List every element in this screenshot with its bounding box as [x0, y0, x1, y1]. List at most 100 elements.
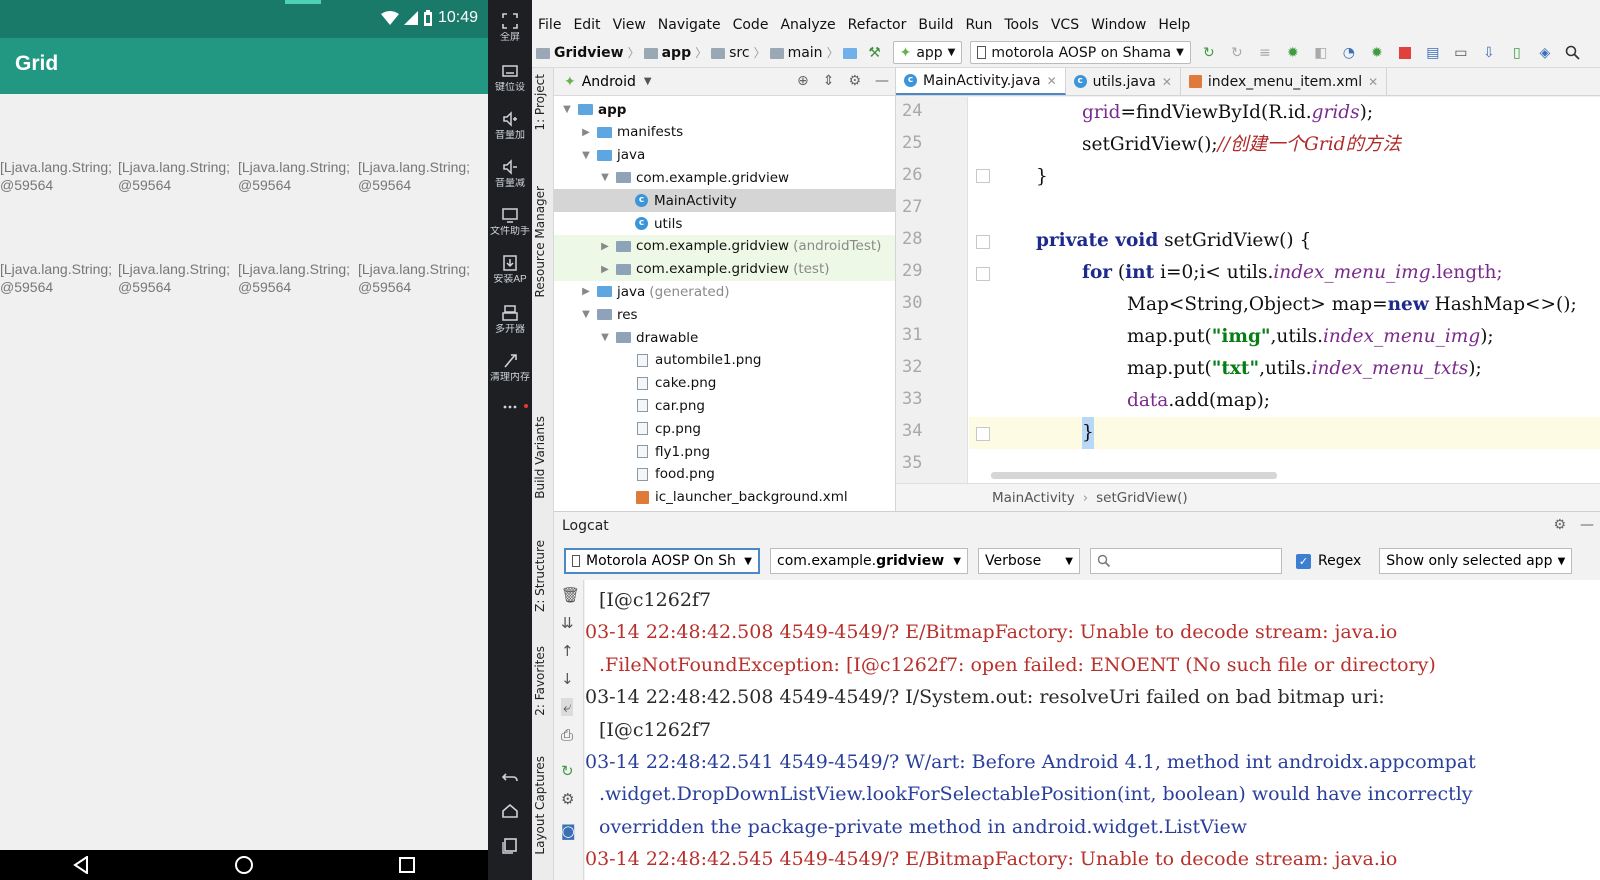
emulator-tool-install-apk[interactable]: 安装AP — [488, 254, 532, 286]
arrow-down-icon[interactable]: ↓ — [561, 670, 574, 688]
rerun-icon[interactable]: ↻ — [1200, 44, 1218, 62]
grid-item[interactable]: [Ljava.lang.String; @59564 — [118, 260, 240, 296]
sync-project-icon[interactable]: ▤ — [1424, 44, 1442, 62]
menu-window[interactable]: Window — [1085, 17, 1152, 33]
restart-icon[interactable]: ↻ — [561, 762, 574, 780]
regex-checkbox[interactable]: ✓ Regex — [1296, 553, 1361, 569]
search-everywhere-icon[interactable] — [1564, 44, 1582, 62]
tab-build-variants[interactable]: Build Variants — [533, 416, 553, 499]
print-icon[interactable]: ⎙ — [561, 726, 573, 744]
tab-resource-manager[interactable]: Resource Manager — [533, 186, 553, 297]
expanded-arrow-icon[interactable]: ▼ — [598, 332, 612, 343]
fold-marker[interactable] — [976, 267, 990, 281]
tab-layout-captures[interactable]: Layout Captures — [533, 756, 553, 855]
tree-item[interactable]: c MainActivity — [554, 189, 895, 213]
tree-item[interactable]: c utils — [554, 212, 895, 235]
horizontal-scrollbar[interactable] — [991, 472, 1277, 479]
menu-run[interactable]: Run — [960, 17, 999, 33]
fold-marker[interactable] — [976, 235, 990, 249]
locate-target-icon[interactable]: ⊕ — [797, 73, 809, 89]
breadcrumb-main[interactable]: main — [788, 45, 823, 61]
back-button[interactable] — [66, 853, 96, 877]
device-dropdown[interactable]: motorola AOSP on Shama ▼ — [970, 41, 1191, 64]
collapsed-arrow-icon[interactable]: ▶ — [579, 286, 593, 297]
recents-button[interactable] — [392, 853, 422, 877]
editor-tab[interactable]: index_menu_item.xml ✕ — [1181, 68, 1388, 95]
emulator-tool-volume-down[interactable]: 音量减 — [488, 158, 532, 190]
tree-item[interactable]: cp.png — [554, 417, 895, 440]
grid-item[interactable]: [Ljava.lang.String; @59564 — [358, 260, 480, 296]
emulator-tool-volume-up[interactable]: 音量加 — [488, 110, 532, 142]
sdk-manager-icon[interactable]: ⇩ — [1480, 44, 1498, 62]
tree-item[interactable]: ▼ drawable — [554, 326, 895, 349]
recent-apps-button[interactable] — [488, 836, 532, 856]
logcat-process-dropdown[interactable]: com.example.gridview (4 ▼ — [770, 548, 968, 574]
tree-item[interactable]: cake.png — [554, 372, 895, 395]
home-button[interactable] — [229, 853, 259, 877]
tree-item[interactable]: ▼ res — [554, 303, 895, 326]
project-view-selector[interactable]: Android — [582, 74, 636, 90]
tree-item[interactable]: food.png — [554, 463, 895, 486]
emulator-tool-keyboard[interactable]: 键位设 — [488, 62, 532, 94]
logcat-level-dropdown[interactable]: Verbose ▼ — [978, 548, 1080, 574]
emulator-tool-assistant[interactable]: 文件助手 — [488, 206, 532, 238]
menu-vcs[interactable]: VCS — [1045, 17, 1085, 33]
grid-view[interactable]: [Ljava.lang.String; @59564 [Ljava.lang.St… — [0, 94, 488, 850]
run-config-dropdown[interactable]: ✦ app ▼ — [892, 41, 963, 64]
code-editor[interactable]: 24 25 26 27 28 29 30 31 32 33 34 35 grid=findViewBy… — [896, 97, 1600, 483]
close-icon[interactable]: ✕ — [1162, 75, 1172, 89]
trash-icon[interactable]: 🗑 — [561, 586, 580, 604]
apply-changes-icon[interactable]: ↻ — [1228, 44, 1246, 62]
breadcrumb-module[interactable]: app — [662, 45, 692, 61]
hammer-build-icon[interactable]: ⚒ — [866, 44, 884, 62]
tree-item[interactable]: ▶ java (generated) — [554, 280, 895, 303]
soft-wrap-icon[interactable]: ⤶ — [561, 698, 574, 716]
logcat-device-dropdown[interactable]: Motorola AOSP On Sh ▼ — [564, 548, 760, 574]
emulator-tool-multi-instance[interactable]: 多开器 — [488, 304, 532, 336]
expanded-arrow-icon[interactable]: ▼ — [598, 172, 612, 183]
grid-item[interactable]: [Ljava.lang.String; @59564 — [238, 260, 360, 296]
grid-item[interactable]: [Ljava.lang.String; @59564 — [0, 158, 122, 194]
collapsed-arrow-icon[interactable]: ▶ — [598, 264, 612, 275]
tree-item[interactable]: autombile1.png — [554, 349, 895, 372]
editor-tab[interactable]: c MainActivity.java ✕ — [896, 68, 1066, 95]
fold-marker[interactable] — [976, 169, 990, 183]
menu-file[interactable]: File — [532, 17, 567, 33]
screenshot-icon[interactable]: ◙ — [561, 822, 576, 840]
gear-icon[interactable]: ⚙ — [1553, 517, 1566, 533]
emulator-tool-fullscreen[interactable]: 全屏 — [488, 12, 532, 44]
device-file-explorer-icon[interactable]: ▯ — [1508, 44, 1526, 62]
menu-code[interactable]: Code — [727, 17, 775, 33]
arrow-up-icon[interactable]: ↑ — [561, 642, 574, 660]
collapse-all-icon[interactable]: ⇕ — [823, 73, 835, 89]
tree-item[interactable]: ▶ com.example.gridview (androidTest) — [554, 234, 895, 258]
expanded-arrow-icon[interactable]: ▼ — [560, 104, 574, 115]
fold-marker[interactable] — [976, 427, 990, 441]
attach-debugger-icon[interactable]: ◧ — [1312, 44, 1330, 62]
expanded-arrow-icon[interactable]: ▼ — [579, 309, 593, 320]
undo-arrow-button[interactable] — [488, 768, 532, 788]
stop-icon[interactable] — [1396, 44, 1414, 62]
editor-breadcrumb-method[interactable]: setGridView() — [1096, 490, 1188, 506]
menu-refactor[interactable]: Refactor — [842, 17, 913, 33]
apply-code-changes-icon[interactable]: ≡ — [1256, 44, 1274, 62]
menu-help[interactable]: Help — [1152, 17, 1196, 33]
tab-favorites[interactable]: 2: Favorites — [533, 646, 553, 716]
grid-item[interactable]: [Ljava.lang.String; @59564 — [238, 158, 360, 194]
tree-item[interactable]: ▶ com.example.gridview (test) — [554, 257, 895, 281]
menu-navigate[interactable]: Navigate — [652, 17, 727, 33]
layout-inspector-icon[interactable]: ◈ — [1536, 44, 1554, 62]
avd-manager-icon[interactable]: ▭ — [1452, 44, 1470, 62]
tree-item[interactable]: ic_launcher_background.xml — [554, 486, 895, 509]
menu-tools[interactable]: Tools — [998, 17, 1045, 33]
gear-icon[interactable]: ⚙ — [848, 73, 861, 89]
grid-item[interactable]: [Ljava.lang.String; @59564 — [358, 158, 480, 194]
menu-view[interactable]: View — [607, 17, 652, 33]
collapsed-arrow-icon[interactable]: ▶ — [598, 241, 612, 252]
tree-item[interactable]: ▼ com.example.gridview — [554, 166, 895, 189]
breadcrumb-project[interactable]: Gridview — [554, 45, 624, 61]
tree-item[interactable]: ▼ app — [554, 98, 895, 121]
gear-icon[interactable]: ⚙ — [561, 790, 574, 808]
editor-breadcrumb-class[interactable]: MainActivity — [992, 490, 1075, 506]
hide-panel-icon[interactable]: — — [875, 73, 889, 89]
